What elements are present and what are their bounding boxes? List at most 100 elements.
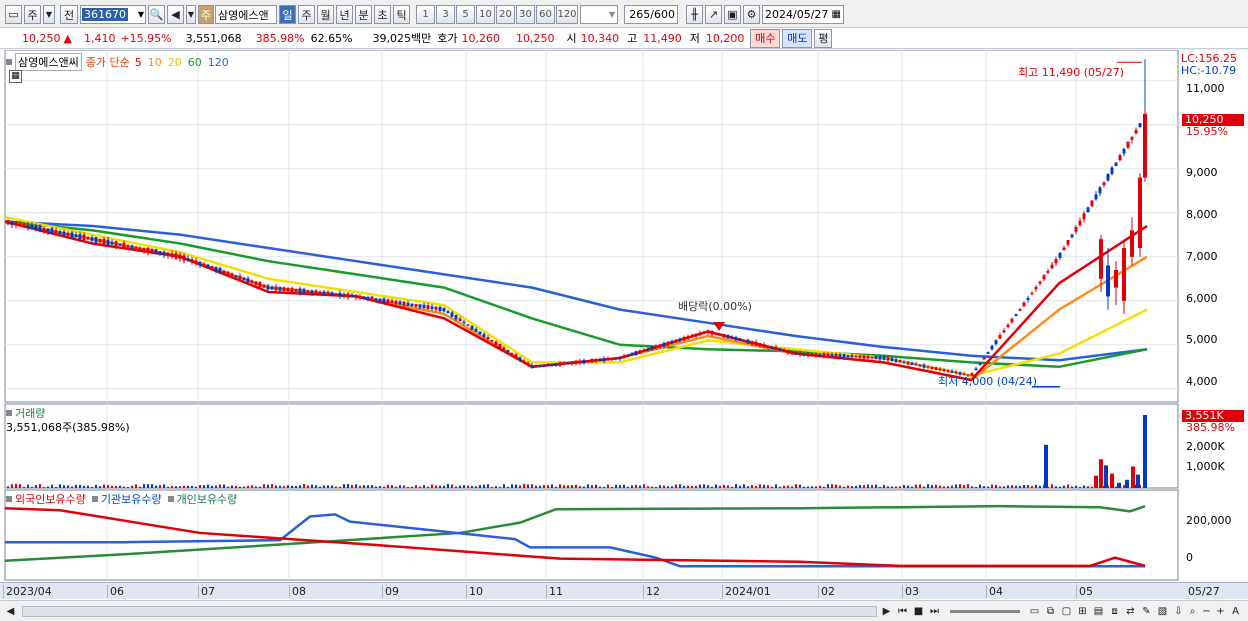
volume-bar: [795, 484, 797, 488]
volume-bar: [547, 485, 549, 488]
volume-bar: [655, 486, 657, 488]
x-tick: 06: [107, 585, 124, 598]
candle: [846, 355, 850, 358]
candle: [982, 357, 986, 360]
speed-slider[interactable]: [950, 610, 1020, 613]
candle: [170, 253, 174, 257]
link-icon[interactable]: ⧈: [1107, 604, 1122, 619]
compare-icon[interactable]: ⇄: [1123, 604, 1138, 619]
calendar-icon[interactable]: ▦: [832, 9, 841, 20]
settings-gear-icon[interactable]: ⚙: [743, 5, 760, 24]
volume-bar: [191, 486, 193, 488]
volume-bar: [907, 485, 909, 488]
volume-bar: [1035, 484, 1037, 488]
candle: [1126, 141, 1130, 148]
ask-price: 10,250: [516, 31, 555, 45]
candle: [566, 362, 570, 365]
save-icon[interactable]: ▣: [724, 5, 741, 24]
frequency-button[interactable]: 주: [24, 5, 41, 24]
zoom-in-icon[interactable]: +: [1213, 604, 1228, 619]
grid-table-icon[interactable]: ▦: [9, 70, 22, 83]
interval-1[interactable]: 1: [416, 5, 435, 24]
volume-bar: [995, 485, 997, 488]
date-field[interactable]: 2024/05/27 ▦: [762, 5, 844, 24]
tab-daily[interactable]: 일: [279, 5, 296, 24]
window-icon[interactable]: ▢: [1059, 604, 1074, 619]
candle: [986, 352, 990, 354]
search-icon[interactable]: 🔍: [148, 5, 165, 24]
font-size-icon[interactable]: A: [1228, 604, 1243, 619]
interval-60[interactable]: 60: [536, 5, 555, 24]
volume-bar: [51, 484, 53, 488]
candle: [1058, 253, 1062, 258]
layout-icon[interactable]: ▭: [5, 5, 22, 24]
interval-5[interactable]: 5: [456, 5, 475, 24]
forward-icon[interactable]: ⏭: [927, 604, 942, 619]
buy-button[interactable]: 매수: [750, 28, 781, 48]
volume-bar: [807, 486, 809, 488]
tab-weekly[interactable]: 주: [298, 5, 315, 24]
interval-custom-input[interactable]: ▼: [580, 5, 618, 24]
interval-120[interactable]: 120: [556, 5, 578, 24]
zoom-out-icon[interactable]: −: [1199, 604, 1214, 619]
candle: [226, 271, 230, 276]
copy-icon[interactable]: ⧉: [1043, 604, 1058, 619]
candle-type-icon[interactable]: ╫: [686, 5, 703, 24]
candle: [238, 275, 242, 280]
tab-tick[interactable]: 틱: [393, 5, 410, 24]
volume-bar: [151, 484, 153, 488]
scroll-left-icon[interactable]: ◀: [3, 604, 18, 619]
interval-3[interactable]: 3: [436, 5, 455, 24]
candle: [338, 292, 342, 297]
candle: [206, 264, 210, 269]
volume-bar: [763, 484, 765, 488]
candle: [686, 336, 690, 339]
tab-minute[interactable]: 분: [355, 5, 372, 24]
split-icon[interactable]: ⊞: [1075, 604, 1090, 619]
tab-monthly[interactable]: 월: [317, 5, 334, 24]
candle: [74, 234, 78, 238]
image-icon[interactable]: ▧: [1155, 604, 1170, 619]
tab-second[interactable]: 초: [374, 5, 391, 24]
tab-yearly[interactable]: 년: [336, 5, 353, 24]
volume-bar: [67, 485, 69, 488]
speaker-icon[interactable]: ◀: [167, 5, 184, 24]
export-icon[interactable]: ⇩: [1171, 604, 1186, 619]
stop-icon[interactable]: ■: [911, 604, 926, 619]
candle: [134, 246, 138, 250]
candle: [426, 305, 430, 310]
panel-icon[interactable]: ▤: [1091, 604, 1106, 619]
interval-20[interactable]: 20: [496, 5, 515, 24]
eval-button[interactable]: 평: [814, 28, 833, 48]
stock-code-input[interactable]: 361670 ▼: [80, 5, 146, 24]
scrollbar-track[interactable]: [22, 606, 877, 617]
sell-button[interactable]: 매도: [782, 28, 813, 48]
interval-dropdown-icon[interactable]: ▼: [609, 10, 615, 19]
candle: [366, 296, 370, 300]
count-field[interactable]: 265/600: [624, 5, 678, 24]
view-icon[interactable]: ▭: [1027, 604, 1042, 619]
play-icon[interactable]: ▶: [879, 604, 894, 619]
low-label: 저: [689, 32, 700, 45]
volume-bar: [1059, 486, 1061, 488]
candle: [850, 355, 854, 358]
chart-area[interactable]: 삼영에스앤씨 종가 단순 5 10 20 60 120 ▦ LC:156.25 …: [0, 50, 1248, 600]
draw-tool-icon[interactable]: ↗: [705, 5, 722, 24]
interval-30[interactable]: 30: [516, 5, 535, 24]
rewind-icon[interactable]: ⏮: [895, 604, 910, 619]
volume-bar: [1104, 465, 1108, 488]
code-dropdown-icon[interactable]: ▼: [138, 10, 144, 19]
interval-10[interactable]: 10: [476, 5, 495, 24]
speaker-dropdown-icon[interactable]: ▼: [186, 5, 196, 24]
volume-bar: [303, 484, 305, 488]
volume-bar: [635, 484, 637, 488]
candle: [878, 356, 882, 360]
prev-button[interactable]: 전: [60, 5, 78, 24]
draw-icon[interactable]: ✎: [1139, 604, 1154, 619]
volume-bar: [651, 486, 653, 488]
candle: [750, 341, 754, 345]
frequency-dropdown-icon[interactable]: ▼: [43, 5, 55, 24]
candle: [1078, 220, 1082, 226]
candle: [670, 341, 674, 344]
zoom-search-icon[interactable]: ⌕: [1185, 604, 1200, 619]
